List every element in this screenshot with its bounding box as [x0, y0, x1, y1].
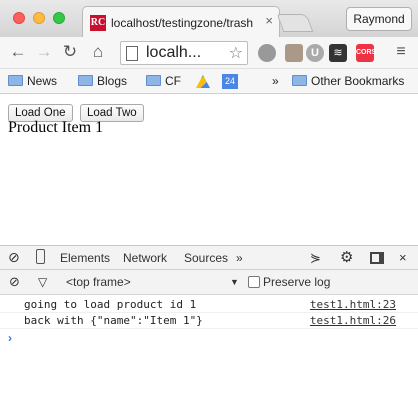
reload-icon[interactable]: ↻: [60, 42, 80, 62]
close-tab-icon[interactable]: ×: [265, 13, 273, 28]
page-content: Load One Load Two Product Item 1: [0, 95, 418, 245]
cors-extension-icon[interactable]: CORS: [356, 44, 376, 62]
forward-arrow-icon[interactable]: →: [34, 42, 54, 62]
home-icon[interactable]: ⌂: [88, 42, 108, 62]
bookmark-cf[interactable]: CF: [146, 73, 181, 90]
stack-extension-icon[interactable]: ≋: [329, 44, 347, 62]
tab-sources[interactable]: Sources: [184, 251, 228, 265]
close-window-button[interactable]: [13, 12, 25, 24]
preserve-log-checkbox[interactable]: [248, 276, 260, 288]
folder-icon: [78, 75, 93, 86]
console-message-text: back with {"name":"Item 1"}: [24, 314, 203, 327]
console-prompt[interactable]: ›: [8, 331, 12, 345]
bookmark-news[interactable]: News: [8, 73, 57, 90]
folder-icon: [146, 75, 161, 86]
browser-toolbar: ← → ↻ ⌂ localh... ☆ U ≋ CORS ≡: [0, 37, 418, 69]
clear-console-icon[interactable]: ⊘: [9, 274, 20, 290]
tab-network[interactable]: Network: [123, 251, 167, 265]
console-source-link[interactable]: test1.html:23: [310, 297, 396, 313]
back-arrow-icon[interactable]: ←: [8, 42, 28, 62]
bookmark-star-icon[interactable]: ☆: [229, 43, 243, 63]
u-extension-icon[interactable]: U: [306, 44, 324, 62]
product-text: Product Item 1: [8, 119, 104, 136]
drawer-icon[interactable]: ⋟: [310, 250, 321, 266]
bookmark-blogs[interactable]: Blogs: [78, 73, 127, 90]
filter-icon[interactable]: ▽: [38, 275, 47, 289]
console-source-link[interactable]: test1.html:26: [310, 313, 396, 329]
folder-icon: [8, 75, 23, 86]
settings-gear-icon[interactable]: ⚙: [340, 248, 353, 266]
favicon-icon: RC: [90, 15, 106, 31]
inspect-icon[interactable]: ⊘: [8, 249, 20, 266]
drive-icon[interactable]: [196, 75, 210, 88]
console-output: going to load product id 1 test1.html:23…: [0, 295, 418, 404]
device-mode-icon[interactable]: [36, 249, 45, 264]
page-icon: [126, 46, 138, 61]
tab-title: localhost/testingzone/trash: [111, 16, 254, 30]
quote-extension-icon[interactable]: [258, 44, 276, 62]
devtools-tab-bar: ⊘ Elements Network Sources » ⋟ ⚙ ×: [0, 245, 418, 270]
maximize-window-button[interactable]: [53, 12, 65, 24]
new-tab-button[interactable]: [276, 14, 314, 32]
frame-dropdown-arrow-icon[interactable]: ▼: [230, 277, 239, 287]
console-toolbar: ⊘ ▽ <top frame> ▼ Preserve log: [0, 270, 418, 295]
address-text: localh...: [146, 44, 202, 61]
menu-icon[interactable]: ≡: [391, 42, 411, 62]
browser-tab[interactable]: RC localhost/testingzone/trash ×: [82, 6, 280, 37]
tab-elements[interactable]: Elements: [60, 251, 110, 265]
cat-extension-icon[interactable]: [285, 44, 303, 62]
minimize-window-button[interactable]: [33, 12, 45, 24]
preserve-log-label: Preserve log: [263, 275, 331, 289]
folder-icon: [292, 75, 307, 86]
close-devtools-icon[interactable]: ×: [399, 250, 407, 265]
title-bar: RC localhost/testingzone/trash × Raymond: [0, 0, 418, 37]
console-message-text: going to load product id 1: [24, 298, 197, 311]
more-tabs-button[interactable]: »: [236, 251, 243, 265]
frame-selector[interactable]: <top frame>: [66, 275, 131, 289]
dock-side-icon[interactable]: [370, 252, 384, 264]
console-message: going to load product id 1 test1.html:23: [0, 297, 418, 313]
other-bookmarks[interactable]: Other Bookmarks: [292, 73, 404, 90]
bookmarks-bar: News Blogs CF 24 » Other Bookmarks: [0, 69, 418, 94]
console-message: back with {"name":"Item 1"} test1.html:2…: [0, 313, 418, 329]
calendar-icon[interactable]: 24: [222, 74, 238, 89]
profile-button[interactable]: Raymond: [346, 7, 412, 31]
address-bar[interactable]: localh... ☆: [120, 41, 248, 65]
bookmarks-overflow[interactable]: »: [272, 73, 279, 90]
